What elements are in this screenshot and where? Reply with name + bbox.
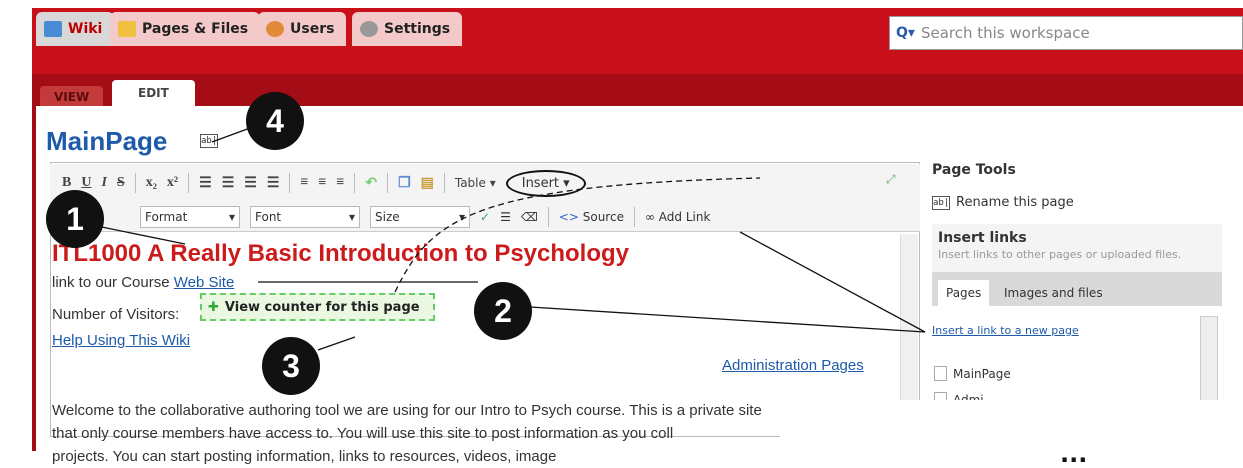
callout-3: 3 xyxy=(262,337,320,395)
callout-2: 2 xyxy=(474,282,532,340)
callout-4: 4 xyxy=(246,92,304,150)
callout-lines xyxy=(91,127,926,351)
callout-1: 1 xyxy=(46,190,104,248)
